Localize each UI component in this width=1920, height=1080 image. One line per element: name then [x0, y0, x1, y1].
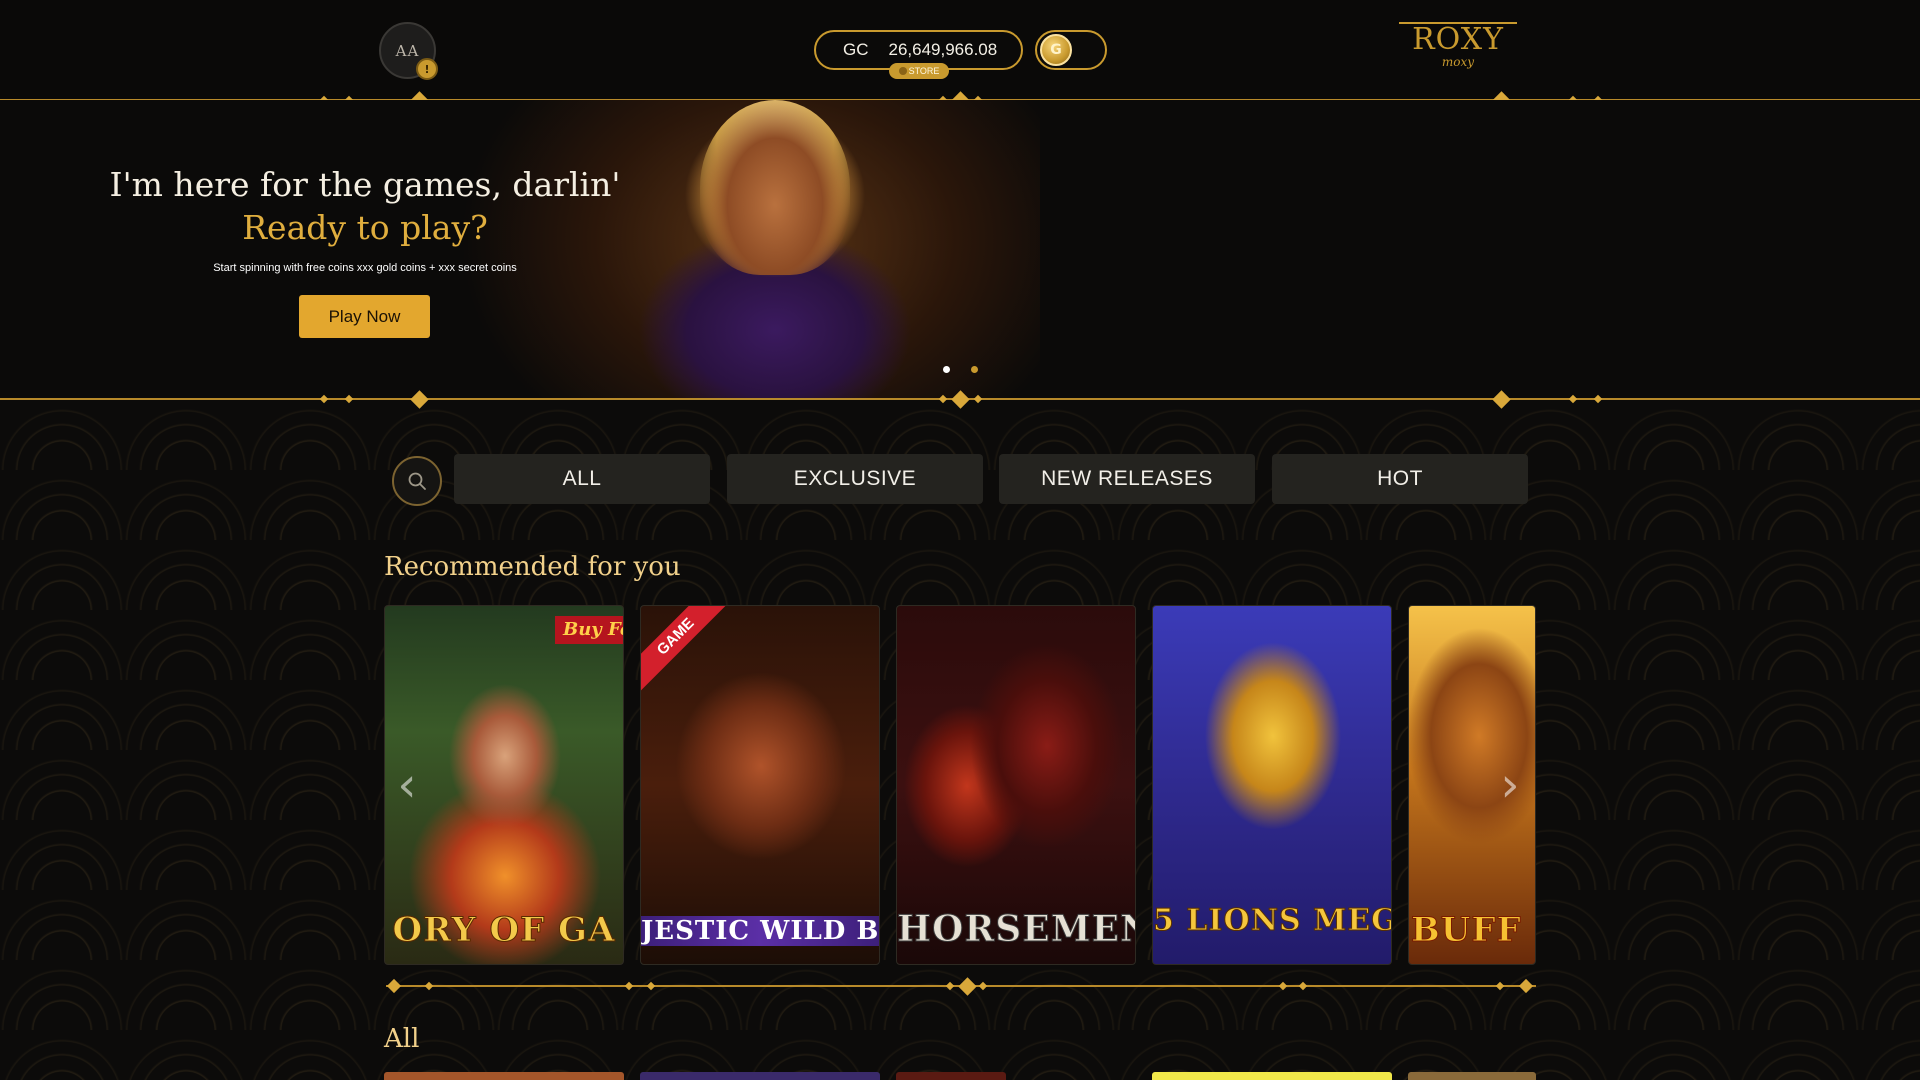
- chevron-right-icon: ›: [1500, 757, 1520, 813]
- game-tag: Buy Fe: [555, 616, 623, 644]
- roxy-moxy-logo[interactable]: ROXY moxy: [1395, 22, 1521, 78]
- game-card[interactable]: HORSEMEN I: [896, 605, 1136, 965]
- currency-toggle[interactable]: G: [1035, 30, 1107, 70]
- top-header: AA ! GC 26,649,966.08 STORE G ROXY moxy: [0, 0, 1920, 100]
- search-icon: [408, 472, 426, 490]
- hero-subtitle: Ready to play?: [242, 208, 488, 247]
- carousel-dot[interactable]: [971, 366, 978, 373]
- game-title: HORSEMEN I: [897, 908, 1135, 950]
- tab-all[interactable]: ALL: [454, 454, 710, 504]
- game-title: 5 LIONS MEGAWAYS: [1153, 903, 1391, 938]
- carousel-dot-active[interactable]: [943, 366, 950, 373]
- chevron-left-icon: ‹: [397, 757, 417, 813]
- tab-new-releases[interactable]: NEW RELEASES: [999, 454, 1255, 504]
- coin-icon: [898, 67, 907, 75]
- game-title: JESTIC WILD BUFFA: [641, 916, 879, 946]
- game-card[interactable]: 5 LIONS MEGAWAYS: [1152, 605, 1392, 965]
- game-title: BUFF KI: [1411, 910, 1536, 950]
- recommended-section-title: Recommended for you: [384, 552, 681, 582]
- carousel-next-button[interactable]: ›: [1495, 757, 1525, 813]
- avatar-alert-badge: !: [416, 58, 438, 80]
- game-card-partial[interactable]: [1152, 1072, 1392, 1080]
- store-label: STORE: [908, 66, 940, 76]
- hero-title: I'm here for the games, darlin': [109, 165, 621, 204]
- hero-woman-illustration: [700, 100, 850, 275]
- all-section-title: All: [384, 1024, 420, 1054]
- tab-exclusive[interactable]: EXCLUSIVE: [727, 454, 983, 504]
- hero-description: Start spinning with free coins xxx gold …: [213, 262, 517, 274]
- hero-banner: [0, 100, 1920, 400]
- game-card-partial[interactable]: [640, 1072, 880, 1080]
- store-button[interactable]: STORE: [889, 63, 949, 79]
- game-card-partial[interactable]: [1408, 1072, 1536, 1080]
- game-title: ORY OF GA: [392, 910, 616, 950]
- game-card[interactable]: GAME JESTIC WILD BUFFA: [640, 605, 880, 965]
- game-search-button[interactable]: [392, 456, 442, 506]
- game-card-partial[interactable]: [384, 1072, 624, 1080]
- avatar-initials: AA: [395, 41, 420, 60]
- logo-main-text: ROXY: [1412, 22, 1504, 57]
- balance-currency: GC: [843, 40, 869, 59]
- game-card-partial[interactable]: [896, 1072, 1006, 1080]
- carousel-prev-button[interactable]: ‹: [392, 757, 422, 813]
- gold-coin-icon: G: [1040, 34, 1072, 66]
- tab-hot[interactable]: HOT: [1272, 454, 1528, 504]
- balance-amount: 26,649,966.08: [888, 40, 998, 59]
- game-corner-ribbon: GAME: [641, 606, 732, 693]
- logo-sub-text: moxy: [1441, 55, 1475, 69]
- play-now-button[interactable]: Play Now: [299, 295, 430, 338]
